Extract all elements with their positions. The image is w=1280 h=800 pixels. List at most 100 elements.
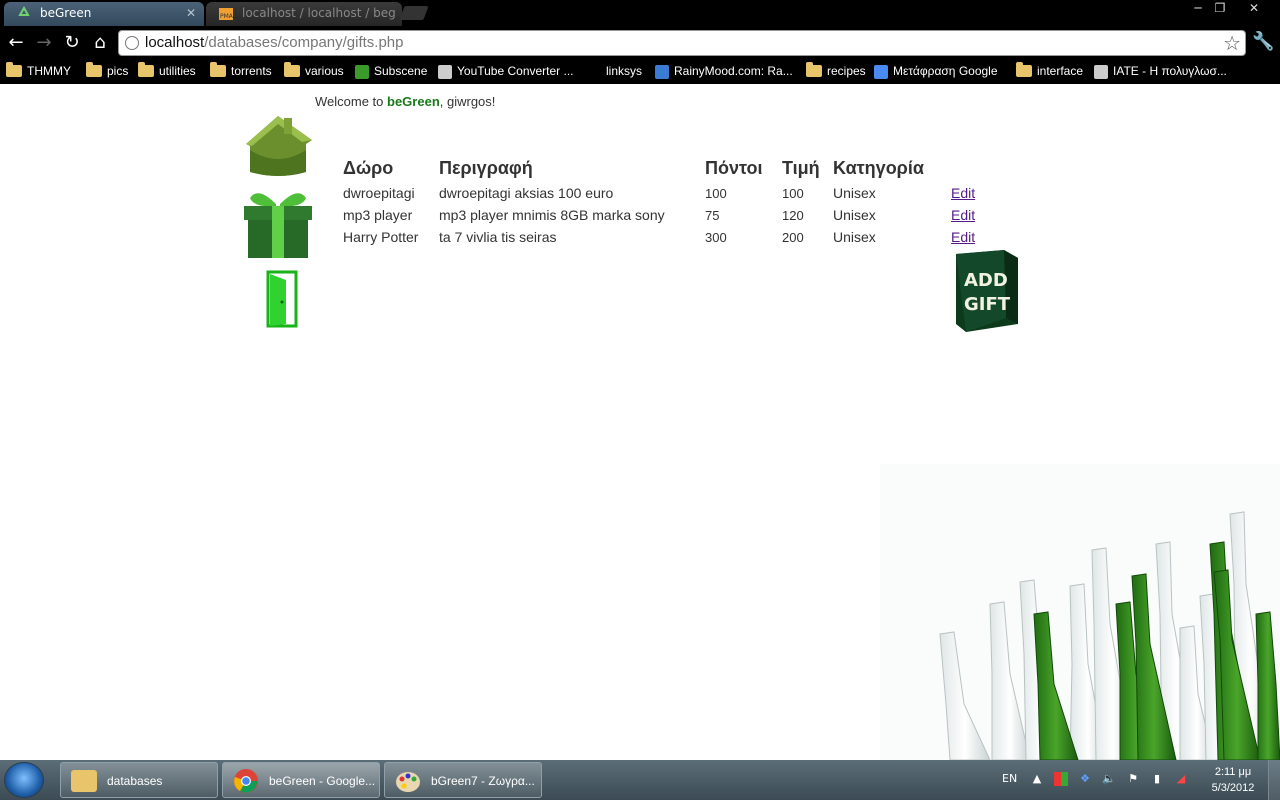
browser-chrome: beGreen ✕ PMA localhost / localhost / be… [0,0,1280,84]
edit-link[interactable]: Edit [951,185,975,201]
volume-icon[interactable]: 🔈 [1102,772,1116,786]
gifts-table: Δώρο Περιγραφή Πόντοι Τιμή Κατηγορία dwr… [340,156,988,248]
col-header-action [948,156,988,182]
taskbar-item-databases[interactable]: databases [60,762,218,798]
cell-action: Edit [948,226,988,248]
col-header-category: Κατηγορία [833,157,924,178]
system-clock[interactable]: 2:11 μμ 5/3/2012 [1200,764,1266,796]
table-row: Harry Potter ta 7 vivlia tis seiras 300 200… [340,226,988,248]
edit-link[interactable]: Edit [951,207,975,223]
folder-icon [284,61,300,77]
phpmyadmin-icon: PMA [219,8,234,20]
maximize-button[interactable]: ❐ [1206,0,1234,18]
reload-icon[interactable]: ↻ [60,31,84,55]
bookmark-11[interactable]: interface [1016,61,1083,81]
table-header-row: Δώρο Περιγραφή Πόντοι Τιμή Κατηγορία [340,156,988,182]
folder-icon [6,61,22,77]
table-body: dwroepitagi dwroepitagi aksias 100 euro 10… [340,182,988,248]
paint-icon [396,772,420,792]
tab-begreen[interactable]: beGreen ✕ [4,2,204,26]
cell-description: ta 7 vivlia tis seiras [439,229,557,245]
show-hidden-icons-icon[interactable]: ▲ [1030,772,1044,786]
door-icon[interactable] [266,270,298,328]
folder-icon [71,770,97,792]
bookmark-10[interactable]: Μετάφραση Google [874,61,998,81]
table-row: mp3 player mp3 player mnimis 8GB marka so… [340,204,988,226]
iate-icon [1094,64,1108,79]
folder-icon [806,61,822,77]
cell-price: 120 [782,207,804,223]
col-header-price: Τιμή [782,157,820,178]
edit-link[interactable]: Edit [951,229,975,245]
language-indicator[interactable]: EN [1002,772,1017,785]
dropbox-icon[interactable]: ❖ [1078,772,1092,786]
table-row: dwroepitagi dwroepitagi aksias 100 euro 10… [340,182,988,204]
subscene-icon [355,64,369,79]
tab-title: beGreen [40,6,92,20]
back-icon[interactable]: ← [4,31,28,55]
bookmark-12[interactable]: IATE - Η πολυγλωσ... [1094,61,1227,81]
url-text[interactable]: localhost/databases/company/gifts.php [145,31,404,55]
home-icon[interactable]: ⌂ [88,31,112,55]
wrench-icon[interactable]: 🔧 [1252,31,1274,53]
bookmark-2[interactable]: utilities [138,61,196,81]
close-button[interactable]: ✕ [1236,0,1272,18]
tab-strip: beGreen ✕ PMA localhost / localhost / be… [0,0,1280,26]
gift-icon[interactable] [242,186,314,260]
col-header-gift: Δώρο [343,157,394,178]
cell-category: Unisex [833,185,876,201]
converter-icon [438,64,452,79]
address-bar[interactable]: localhost/databases/company/gifts.php ☆ [118,30,1246,56]
bookmark-7[interactable]: linksys [606,61,642,81]
cell-action: Edit [948,204,988,226]
bookmark-1[interactable]: pics [86,61,128,81]
tab-phpmyadmin[interactable]: PMA localhost / localhost / beg [206,2,402,26]
cell-description: dwroepitagi aksias 100 euro [439,185,614,201]
bottles-background-image [880,464,1280,760]
raindrop-icon [655,64,669,79]
welcome-message: Welcome to beGreen, giwrgos! [315,94,496,109]
add-gift-line2: GIFT [964,294,1011,315]
network-icon[interactable]: ◢ [1174,772,1188,786]
taskbar-item-chrome[interactable]: beGreen - Google... [222,762,380,798]
bookmark-5[interactable]: Subscene [355,61,427,81]
bookmarks-bar: THMMY pics utilities torrents various Subscen… [0,60,1280,82]
taskbar: databases beGreen - Google... bGreen7 - … [0,760,1280,800]
chrome-icon [234,769,258,793]
cell-points: 75 [705,207,720,223]
page-content: Welcome to beGreen, giwrgos! Δώρο Περιγρ… [0,84,1280,760]
start-button[interactable] [4,762,44,798]
cell-price: 100 [782,185,804,201]
cell-gift: Harry Potter [343,229,419,245]
cell-action: Edit [948,182,988,204]
app-tray-icon[interactable] [1054,772,1068,786]
home-icon[interactable] [240,110,316,180]
globe-icon [125,36,139,50]
bookmark-3[interactable]: torrents [210,61,272,81]
cell-gift: mp3 player [343,207,413,223]
folder-icon [138,61,154,77]
google-translate-icon [874,64,888,79]
battery-icon[interactable]: ▮ [1150,772,1164,786]
new-tab-button[interactable] [399,6,429,20]
action-center-flag-icon[interactable]: ⚑ [1126,772,1140,786]
bookmark-6[interactable]: YouTube Converter ... [438,61,574,81]
folder-icon [210,61,226,77]
add-gift-button[interactable]: ADD GIFT [952,248,1022,334]
brand-name: beGreen [387,94,440,109]
bookmark-4[interactable]: various [284,61,344,81]
bookmark-9[interactable]: recipes [806,61,866,81]
cell-points: 100 [705,185,727,201]
bookmark-8[interactable]: RainyMood.com: Ra... [655,61,793,81]
bookmark-0[interactable]: THMMY [6,61,71,81]
tab-close-icon[interactable]: ✕ [186,2,196,24]
taskbar-item-paint[interactable]: bGreen7 - Ζωγρα... [384,762,542,798]
folder-icon [1016,61,1032,77]
col-header-description: Περιγραφή [439,157,533,178]
folder-icon [86,61,102,77]
show-desktop-button[interactable] [1268,760,1280,800]
svg-text:PMA: PMA [220,13,234,20]
forward-icon[interactable]: → [32,31,56,55]
bookmark-star-icon[interactable]: ☆ [1223,31,1241,55]
cell-points: 300 [705,229,727,245]
